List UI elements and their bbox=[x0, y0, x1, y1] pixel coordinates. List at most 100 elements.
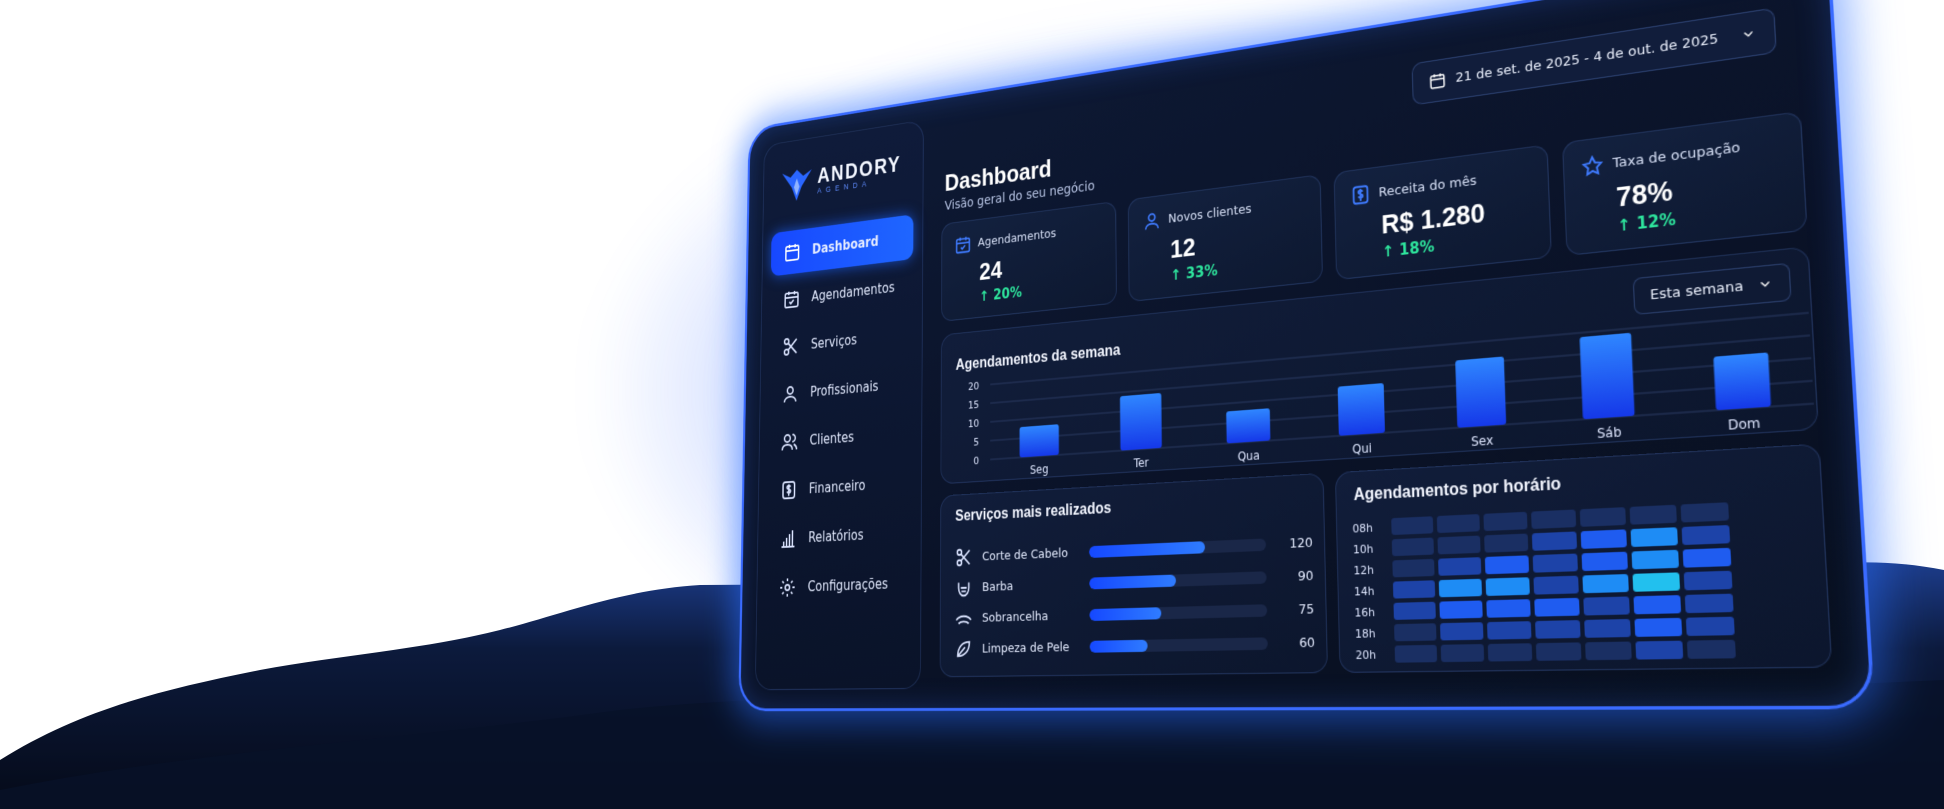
x-tick-label: Qua bbox=[1237, 448, 1259, 464]
users-icon bbox=[781, 431, 798, 454]
sidebar-item-label: Serviços bbox=[811, 332, 857, 353]
heatmap-cell[interactable] bbox=[1485, 555, 1529, 574]
dollar-icon bbox=[780, 479, 798, 502]
heatmap-hour-label: 08h bbox=[1352, 522, 1373, 536]
eyebrow-icon bbox=[955, 608, 973, 630]
x-tick-label: Dom bbox=[1728, 415, 1761, 434]
sidebar-item-relatorios[interactable]: Relatórios bbox=[766, 509, 911, 562]
heatmap-cell[interactable] bbox=[1487, 621, 1531, 639]
gridline bbox=[990, 335, 1810, 403]
service-bar-track bbox=[1089, 571, 1266, 589]
heatmap-hour-label: 16h bbox=[1354, 606, 1375, 620]
eagle-icon bbox=[780, 164, 813, 205]
date-range-picker[interactable]: 21 de set. de 2025 - 4 de out. de 2025 bbox=[1411, 7, 1777, 105]
heatmap-cell[interactable] bbox=[1392, 559, 1434, 578]
heatmap-cell[interactable] bbox=[1534, 598, 1579, 617]
heatmap-cell[interactable] bbox=[1393, 580, 1435, 598]
sidebar-item-configuracoes[interactable]: Configurações bbox=[765, 560, 911, 611]
heatmap-cell[interactable] bbox=[1394, 623, 1436, 641]
heatmap-cell[interactable] bbox=[1684, 571, 1733, 591]
heatmap-cell[interactable] bbox=[1633, 595, 1681, 614]
service-name: Sobrancelha bbox=[982, 608, 1089, 625]
heatmap-hour-label: 14h bbox=[1354, 585, 1375, 599]
x-tick-label: Ter bbox=[1133, 455, 1149, 470]
x-tick-label: Sáb bbox=[1597, 424, 1622, 442]
heatmap-cell[interactable] bbox=[1632, 572, 1680, 591]
heatmap-cell[interactable] bbox=[1583, 596, 1630, 615]
heatmap-cell[interactable] bbox=[1533, 576, 1578, 595]
heatmap-cell[interactable] bbox=[1439, 579, 1482, 598]
heatmap-cell[interactable] bbox=[1393, 602, 1435, 620]
heatmap-cell[interactable] bbox=[1584, 619, 1631, 638]
heatmap-cell[interactable] bbox=[1392, 538, 1434, 557]
sidebar-item-label: Financeiro bbox=[809, 477, 866, 497]
heatmap-cell[interactable] bbox=[1441, 644, 1485, 662]
heatmap-cell[interactable] bbox=[1685, 594, 1734, 614]
bar-seg[interactable] bbox=[1020, 424, 1059, 457]
service-bar-fill bbox=[1089, 541, 1205, 558]
chevron-down-icon bbox=[1740, 25, 1757, 42]
heatmap-cell[interactable] bbox=[1582, 574, 1628, 593]
service-row: Sobrancelha 75 bbox=[955, 595, 1315, 632]
heatmap-cell[interactable] bbox=[1635, 641, 1683, 660]
heatmap-cell[interactable] bbox=[1582, 552, 1628, 571]
sidebar-item-clientes[interactable]: Clientes bbox=[768, 410, 912, 466]
heatmap-cell[interactable] bbox=[1682, 525, 1731, 545]
heatmap-cell[interactable] bbox=[1683, 548, 1732, 568]
heatmap-cell[interactable] bbox=[1536, 642, 1582, 660]
heatmap-cell[interactable] bbox=[1580, 507, 1626, 527]
kpi-card-agendamentos: Agendamentos 24 ↑ 20% bbox=[941, 201, 1117, 322]
heatmap-cell[interactable] bbox=[1483, 512, 1527, 531]
heatmap-cell[interactable] bbox=[1631, 527, 1678, 547]
sidebar-item-label: Dashboard bbox=[812, 233, 879, 257]
heatmap-cell[interactable] bbox=[1686, 617, 1735, 636]
heatmap-cell[interactable] bbox=[1681, 502, 1729, 522]
bar-qua[interactable] bbox=[1226, 408, 1270, 443]
service-bar-fill bbox=[1089, 575, 1176, 590]
heatmap-cell[interactable] bbox=[1486, 599, 1530, 618]
scissors-icon bbox=[955, 547, 972, 569]
heatmap-cell[interactable] bbox=[1488, 643, 1533, 661]
heatmap-cell[interactable] bbox=[1532, 531, 1577, 550]
sidebar-item-financeiro[interactable]: Financeiro bbox=[767, 459, 912, 514]
heatmap-cell[interactable] bbox=[1533, 554, 1578, 573]
heatmap-cell[interactable] bbox=[1634, 618, 1682, 637]
heatmap-cell[interactable] bbox=[1440, 622, 1483, 640]
heatmap-cell[interactable] bbox=[1632, 550, 1679, 570]
bar-sáb[interactable] bbox=[1580, 333, 1635, 420]
heatmap-cell[interactable] bbox=[1687, 640, 1736, 659]
leaf-icon bbox=[955, 638, 973, 659]
heatmap-cell[interactable] bbox=[1439, 600, 1482, 618]
calendar-icon bbox=[1428, 70, 1446, 91]
heatmap-cell[interactable] bbox=[1531, 509, 1576, 529]
service-count: 90 bbox=[1285, 568, 1314, 585]
kpi-card-ocupacao: Taxa de ocupação 78% ↑ 12% bbox=[1562, 111, 1808, 256]
heatmap-hour-label: 20h bbox=[1355, 649, 1376, 663]
bar-chart-icon bbox=[779, 527, 797, 550]
kpi-label: Receita do mês bbox=[1378, 173, 1476, 200]
heatmap-cell[interactable] bbox=[1395, 645, 1438, 663]
heatmap-cell[interactable] bbox=[1630, 505, 1677, 525]
heatmap-cell[interactable] bbox=[1484, 534, 1528, 553]
bar-ter[interactable] bbox=[1120, 393, 1162, 451]
heatmap-cell[interactable] bbox=[1585, 642, 1632, 661]
hourly-heatmap: 08h10h12h14h16h18h20hSegTerQuaQuiSexSábD… bbox=[1336, 445, 1834, 672]
heatmap-cell[interactable] bbox=[1391, 516, 1433, 535]
service-count: 120 bbox=[1284, 535, 1312, 552]
heatmap-cell[interactable] bbox=[1437, 536, 1480, 555]
tablet: ANDORY AGENDA Dashboard Agendamentos Ser… bbox=[738, 0, 1875, 711]
bar-sex[interactable] bbox=[1455, 356, 1506, 427]
heatmap-cell[interactable] bbox=[1438, 557, 1481, 576]
heatmap-cell[interactable] bbox=[1581, 529, 1627, 549]
kpi-card-novos-clientes: Novos clientes 12 ↑ 33% bbox=[1128, 174, 1323, 302]
bar-qui[interactable] bbox=[1338, 383, 1385, 436]
heatmap-day-label: Ter bbox=[1453, 671, 1473, 672]
heatmap-cell[interactable] bbox=[1437, 514, 1480, 533]
service-row: Limpeza de Pele 60 bbox=[955, 628, 1315, 663]
sidebar-item-label: Relatórios bbox=[808, 527, 863, 546]
heatmap-cell[interactable] bbox=[1535, 620, 1581, 639]
services-panel: Serviços mais realizados Corte de Cabelo… bbox=[940, 473, 1328, 677]
heatmap-cell[interactable] bbox=[1486, 577, 1530, 596]
bar-dom[interactable] bbox=[1713, 352, 1771, 410]
sidebar-item-profissionais[interactable]: Profissionais bbox=[769, 360, 913, 418]
